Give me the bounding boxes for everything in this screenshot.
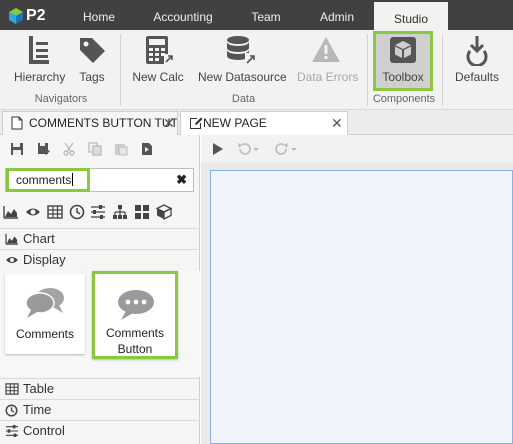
hierarchy-label: Hierarchy: [14, 70, 66, 84]
page-canvas[interactable]: [210, 170, 513, 444]
tags-button[interactable]: Tags: [76, 34, 108, 84]
area-chart-icon[interactable]: [3, 204, 19, 220]
category-display[interactable]: Display: [0, 249, 200, 270]
doc-tab-new-page[interactable]: NEW PAGE ✕: [180, 111, 348, 135]
page-editor: [201, 135, 513, 444]
grid-icon[interactable]: [134, 204, 150, 220]
save-icon[interactable]: [10, 142, 24, 156]
menu-tab-admin[interactable]: Admin: [307, 0, 367, 30]
category-control[interactable]: Control: [0, 420, 200, 441]
search-highlight: [6, 168, 90, 192]
component-label-line2: Button: [117, 342, 153, 356]
group-label-navigators: Navigators: [34, 93, 88, 105]
defaults-label: Defaults: [454, 70, 500, 84]
toolbox-button[interactable]: Toolbox: [376, 34, 430, 84]
menu-tab-team[interactable]: Team: [238, 0, 294, 30]
component-label-line1: Comments: [105, 326, 164, 340]
comments-icon: [25, 288, 64, 318]
logo-text: P2: [26, 7, 46, 24]
page-icon: [11, 116, 23, 130]
component-label: Comments: [15, 327, 74, 341]
top-menu-bar: P2 Home Accounting Team Admin Studio: [0, 0, 513, 30]
logo-cube-icon: [9, 8, 23, 24]
doc-tab-comments-button-tut[interactable]: COMMENTS BUTTON TUT ✕: [2, 111, 178, 135]
toolbox-icon: [390, 37, 416, 63]
save-as-icon[interactable]: [37, 142, 51, 156]
sliders-icon: [5, 425, 18, 437]
category-label: Table: [23, 381, 55, 396]
comment-dots-icon: [118, 290, 154, 320]
page-properties-icon[interactable]: [140, 142, 154, 156]
edit-page-icon: [190, 117, 203, 129]
copy-icon[interactable]: [88, 142, 102, 156]
new-calc-button[interactable]: New Calc: [132, 34, 184, 84]
component-list: Comments Comments Button: [0, 271, 200, 377]
category-label: Display: [23, 252, 66, 267]
ribbon: Hierarchy Tags Navigators New Calc New D…: [0, 30, 513, 110]
sliders-icon[interactable]: [90, 204, 106, 220]
panel-toolbar: [0, 135, 200, 163]
cube-icon[interactable]: [156, 204, 172, 220]
category-time[interactable]: Time: [0, 399, 200, 420]
hierarchy-icon: [29, 36, 49, 64]
clock-icon[interactable]: [69, 204, 85, 220]
play-icon[interactable]: [212, 142, 224, 156]
p2-logo: P2: [8, 5, 52, 27]
toolbox-label: Toolbox: [382, 70, 424, 84]
comments-component[interactable]: Comments: [5, 274, 85, 354]
document-tabs: COMMENTS BUTTON TUT ✕ NEW PAGE ✕: [0, 110, 513, 135]
calculator-icon: [146, 36, 173, 64]
editor-toolbar: [201, 135, 513, 163]
new-datasource-label: New Datasource: [198, 70, 287, 84]
new-calc-label: New Calc: [132, 70, 184, 84]
clock-icon: [5, 404, 18, 417]
hierarchy-button[interactable]: Hierarchy: [14, 34, 66, 84]
database-icon: [227, 36, 255, 64]
tags-label: Tags: [79, 70, 105, 84]
clear-search-icon[interactable]: ✖: [176, 172, 187, 188]
menu-tab-home[interactable]: Home: [71, 0, 127, 30]
toolbox-panel: comments ✖ Chart Display Comments Commen…: [0, 135, 200, 444]
ribbon-separator: [367, 34, 368, 106]
table-icon: [5, 383, 19, 395]
ribbon-separator: [442, 34, 443, 106]
hierarchy-icon[interactable]: [112, 204, 128, 220]
comments-button-component[interactable]: Comments Button: [92, 271, 178, 359]
doc-tab-label: NEW PAGE: [203, 116, 267, 130]
menu-tab-studio[interactable]: Studio: [374, 0, 448, 30]
menu-tab-accounting[interactable]: Accounting: [143, 0, 223, 30]
undo-icon[interactable]: [236, 142, 260, 156]
close-tab-icon[interactable]: ✕: [331, 112, 343, 134]
category-label: Control: [23, 423, 65, 438]
redo-icon[interactable]: [274, 142, 298, 156]
doc-tab-label: COMMENTS BUTTON TUT: [29, 116, 178, 130]
new-datasource-button[interactable]: New Datasource: [198, 34, 287, 84]
category-chart[interactable]: Chart: [0, 228, 200, 249]
eye-icon: [6, 257, 18, 263]
paste-icon[interactable]: [114, 142, 128, 156]
category-label: Chart: [23, 231, 55, 246]
cut-icon[interactable]: [62, 142, 76, 156]
close-tab-icon[interactable]: ✕: [163, 112, 175, 134]
group-label-components: Components: [372, 93, 436, 105]
defaults-button[interactable]: Defaults: [454, 34, 500, 84]
category-label: Time: [23, 402, 52, 417]
area-chart-icon: [5, 233, 18, 245]
defaults-icon: [466, 36, 488, 66]
table-icon[interactable]: [47, 204, 63, 220]
group-label-data: Data: [231, 93, 256, 105]
category-table[interactable]: Table: [0, 378, 200, 399]
warning-icon: [312, 37, 340, 62]
eye-icon[interactable]: [25, 204, 41, 220]
tag-icon: [80, 38, 105, 63]
data-errors-label: Data Errors: [297, 70, 359, 84]
data-errors-button[interactable]: Data Errors: [297, 34, 359, 84]
ribbon-separator: [120, 34, 121, 106]
